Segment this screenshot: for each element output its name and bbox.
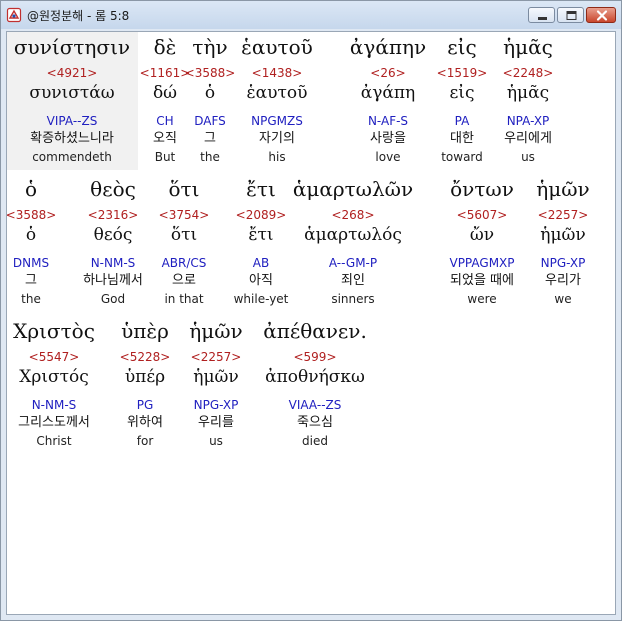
word-lemma: ἡμᾶς [506,83,550,103]
close-icon [596,10,608,21]
word-greek: ἡμᾶς [503,35,553,59]
word-block[interactable]: ἡμᾶς <2248> ἡμᾶς NPA-XP 우리에게 us [463,35,593,169]
word-english: sinners [331,292,375,306]
word-korean: 죄인 [341,273,365,288]
word-block[interactable]: ἀπέθανεν. <599> ἀποθνήσκω VIAA--ZS 죽으심 died [250,319,380,453]
word-greek: ἀπέθανεν. [263,319,367,343]
title-bar[interactable]: @원정분해 - 롬 5:8 [1,1,621,29]
word-english: we [554,292,572,306]
word-lemma: ἁμαρτωλός [304,225,402,245]
word-korean: 우리에게 [504,131,552,146]
word-morph: NPG-XP [540,256,586,270]
word-morph: VIAA--ZS [288,398,342,412]
interlinear-view[interactable]: συνίστησιν <4921> συνιστάω VIPA--ZS 확증하셨느니라 c… [6,31,616,615]
word-strongs: <2257> [537,208,589,222]
word-block[interactable]: ἡμῶν <2257> ἡμῶν NPG-XP 우리가 we [498,177,615,311]
maximize-button[interactable] [557,7,584,23]
word-block[interactable]: ἁμαρτωλῶν <268> ἁμαρτωλός A--GM-P 죄인 sinners [288,177,418,311]
word-korean: 죽으심 [297,415,333,430]
word-greek: ἡμῶν [536,177,590,201]
minimize-icon [538,17,547,20]
word-english: died [302,434,328,448]
maximize-icon [566,11,577,20]
word-morph: A--GM-P [328,256,378,270]
word-english: us [521,150,535,164]
minimize-button[interactable] [528,7,555,23]
word-lemma: ἡμῶν [540,225,586,245]
word-strongs: <268> [331,208,375,222]
word-greek: ἁμαρτωλῶν [292,177,414,201]
word-korean: 우리가 [545,273,581,288]
word-strongs: <599> [293,350,337,364]
word-strongs: <2248> [502,66,554,80]
close-button[interactable] [586,7,616,23]
word-morph: NPA-XP [506,114,550,128]
word-lemma: ἀποθνήσκω [265,367,365,387]
window-title: @원정분해 - 롬 5:8 [27,9,130,23]
bible-app-icon [6,7,22,23]
app-window: @원정분해 - 롬 5:8 συνίστησιν <4921> συνιστάω VI… [0,0,622,621]
